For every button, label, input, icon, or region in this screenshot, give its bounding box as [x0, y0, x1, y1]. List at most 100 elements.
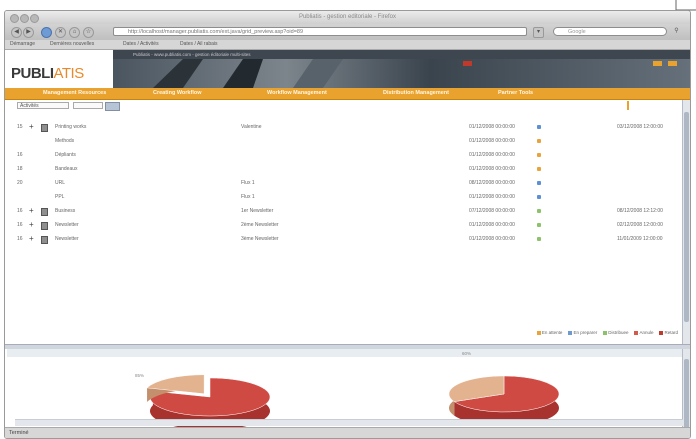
row-name[interactable]: Bandeaux	[55, 166, 78, 172]
row-detail: Flux 1	[241, 180, 255, 186]
expand-icon[interactable]: +	[29, 123, 34, 131]
orange-marker	[627, 101, 629, 110]
expand-icon[interactable]: +	[29, 207, 34, 215]
pie-slice-label: 60%	[462, 351, 471, 356]
legend-swatch	[603, 330, 608, 335]
status-dot	[537, 195, 541, 199]
search-icon[interactable]: ⚲	[672, 27, 681, 36]
browser-window: Publiatis - gestion editoriale - Firefox…	[4, 10, 691, 439]
status-dot	[537, 223, 541, 227]
row-name[interactable]: URL	[55, 180, 65, 186]
expand-icon[interactable]: +	[29, 221, 34, 229]
row-number: 15	[17, 124, 23, 130]
status-dot	[537, 237, 541, 241]
expand-icon[interactable]: +	[29, 235, 34, 243]
table-row[interactable]: PPL Flux 1 01/12/2008 00:00:00	[5, 192, 683, 204]
logo-accent: ATIS	[53, 65, 85, 82]
row-number: 20	[17, 180, 23, 186]
row-number: 16	[17, 222, 23, 228]
app-header: Publiatis - www.publiatis.com - gestion …	[5, 50, 690, 88]
header-info-band: Publiatis - www.publiatis.com - gestion …	[113, 50, 690, 59]
url-input[interactable]: http://localhost/manager.publiatis.com/e…	[113, 27, 527, 36]
row-detail: Valentine	[241, 124, 262, 130]
legend-item: En preparer	[568, 330, 597, 335]
row-date: 01/12/2008 00:00:00	[469, 166, 515, 172]
table-row[interactable]: 16 + Newsletter 2ème Newsletter 01/12/2008 0…	[5, 220, 683, 232]
row-name[interactable]: Printing works	[55, 124, 86, 130]
row-date: 01/12/2008 00:00:00	[469, 236, 515, 242]
row-name[interactable]: Dépliants	[55, 152, 76, 158]
row-name[interactable]: Business	[55, 208, 75, 214]
horizontal-scrollbar[interactable]	[15, 419, 683, 426]
status-dot	[537, 181, 541, 185]
app-content: Publiatis - www.publiatis.com - gestion …	[5, 50, 690, 438]
bookmark-item[interactable]: Démarrage	[10, 41, 35, 47]
legend-label: En preparer	[573, 330, 598, 335]
status-legend: En attente En preparer Distribuee Annule Ret…	[531, 330, 678, 336]
document-icon[interactable]	[41, 236, 48, 244]
legend-label: En attente	[541, 330, 563, 335]
menu-item[interactable]: Distribution Management	[383, 90, 449, 96]
back-arrow-icon[interactable]: ◀	[11, 27, 22, 38]
filter-go-button[interactable]	[105, 102, 120, 111]
activity-select[interactable]: Activités	[17, 102, 69, 109]
main-menu: Management Resources Creating Workflow W…	[5, 88, 690, 100]
status-dot	[537, 167, 541, 171]
table-row[interactable]: 16 + Business 1er Newsletter 07/12/2008 00:0…	[5, 206, 683, 218]
legend-label: Retard	[664, 330, 678, 335]
row-number: 16	[17, 208, 23, 214]
stop-icon[interactable]: ✕	[55, 27, 66, 38]
bookmarks-bar: Démarrage Dernières nouvelles Dates / Ac…	[5, 40, 690, 50]
upper-scrollbar[interactable]	[682, 100, 690, 344]
status-bar: Terminé	[5, 427, 690, 438]
menu-item[interactable]: Creating Workflow	[153, 90, 202, 96]
legend-label: Distribuee	[608, 330, 629, 335]
legend-item: En attente	[536, 330, 563, 335]
legend-swatch	[568, 330, 573, 335]
status-dot	[537, 139, 541, 143]
row-number: 18	[17, 166, 23, 172]
reload-icon[interactable]	[41, 27, 52, 38]
table-row[interactable]: 15 + Printing works Valentine 01/12/2008 00:…	[5, 122, 683, 134]
legend-item: Distribuee	[603, 330, 628, 335]
publiatis-logo[interactable]: PUBLIATIS	[11, 65, 84, 82]
legend-swatch	[536, 330, 541, 335]
row-date: 01/12/2008 00:00:00	[469, 138, 515, 144]
table-row[interactable]: Methods 01/12/2008 00:00:00	[5, 136, 683, 148]
menu-item[interactable]: Partner Tools	[498, 90, 533, 96]
forward-arrow-icon[interactable]: ▶	[23, 27, 34, 38]
title-bar: Publiatis - gestion editoriale - Firefox	[5, 11, 690, 24]
menu-item[interactable]: Workflow Management	[267, 90, 327, 96]
row-date: 01/12/2008 00:00:00	[469, 194, 515, 200]
browser-toolbar: ◀ ▶ ✕ ⌂ ☆ http://localhost/manager.publi…	[5, 24, 690, 40]
bookmark-item[interactable]: Dates / Activités	[123, 41, 159, 47]
lower-scrollbar[interactable]	[682, 349, 690, 438]
upper-scroll-thumb[interactable]	[684, 112, 689, 322]
row-detail: 1er Newsletter	[241, 208, 274, 214]
bookmark-icon[interactable]: ☆	[83, 27, 94, 38]
table-row[interactable]: 20 URL Flux 1 08/12/2008 00:00:00	[5, 178, 683, 190]
menu-item[interactable]: Management Resources	[43, 90, 106, 96]
filter-input[interactable]	[73, 102, 103, 109]
row-end-date: 02/12/2008 12:00:00	[617, 222, 663, 228]
document-icon[interactable]	[41, 222, 48, 230]
search-input[interactable]: Google	[553, 27, 667, 36]
row-name[interactable]: Newsletter	[55, 236, 79, 242]
document-icon[interactable]	[41, 208, 48, 216]
url-go-icon[interactable]: ▾	[533, 27, 544, 38]
legend-label: Annule	[639, 330, 654, 335]
row-date: 01/12/2008 00:00:00	[469, 152, 515, 158]
row-end-date: 03/12/2008 12:00:00	[617, 124, 663, 130]
table-row[interactable]: 16 Dépliants 01/12/2008 00:00:00	[5, 150, 683, 162]
row-name[interactable]: PPL	[55, 194, 64, 200]
row-name[interactable]: Methods	[55, 138, 74, 144]
row-detail: 2ème Newsletter	[241, 222, 279, 228]
bookmark-item[interactable]: Dates / Ail rabais	[180, 41, 218, 47]
home-icon[interactable]: ⌂	[69, 27, 80, 38]
table-row[interactable]: 16 + Newsletter 3ème Newsletter 01/12/2008 0…	[5, 234, 683, 246]
document-icon[interactable]	[41, 124, 48, 132]
row-name[interactable]: Newsletter	[55, 222, 79, 228]
table-row[interactable]: 18 Bandeaux 01/12/2008 00:00:00	[5, 164, 683, 176]
bookmark-item[interactable]: Dernières nouvelles	[50, 41, 94, 47]
status-dot	[537, 209, 541, 213]
